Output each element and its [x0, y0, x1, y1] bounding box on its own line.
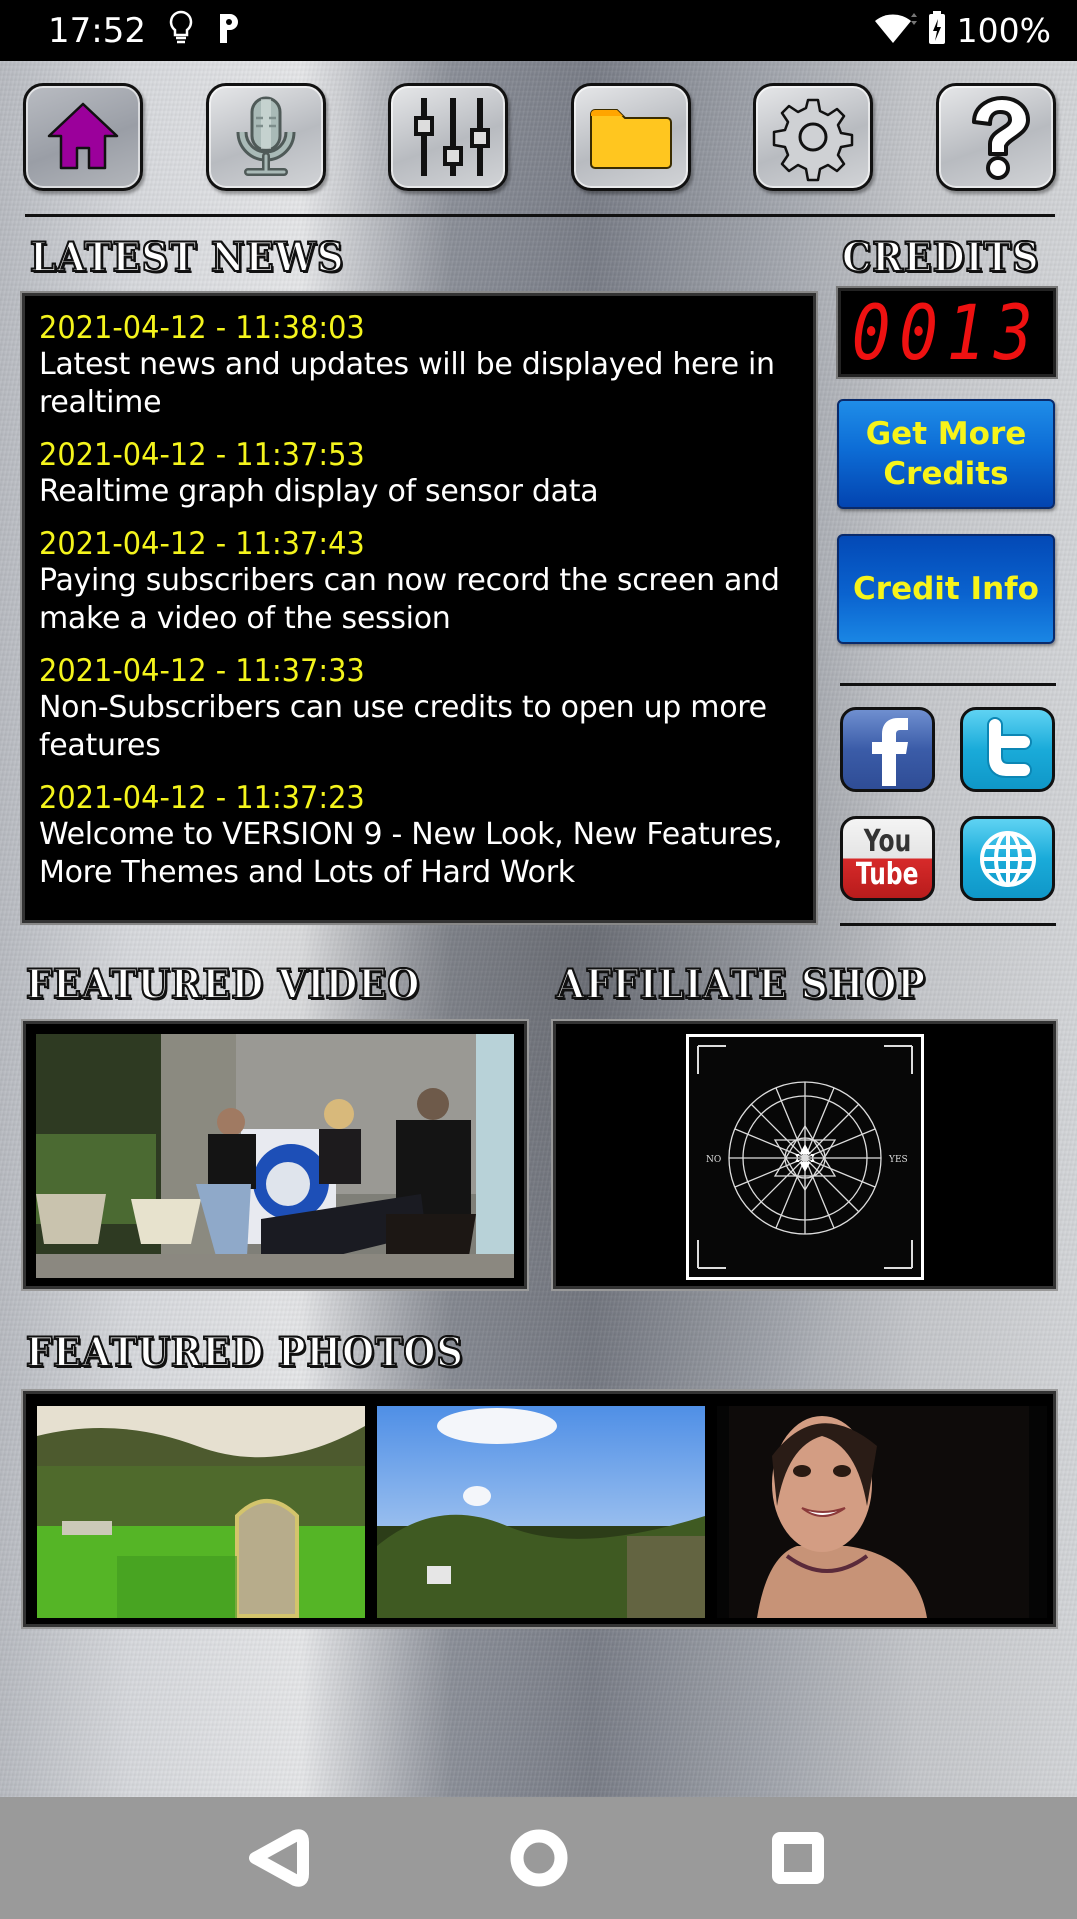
news-text: Paying subscribers can now record the sc…	[39, 563, 780, 636]
credits-value: 0013	[852, 288, 1042, 377]
parking-p-icon	[216, 11, 242, 50]
credits-counter: 0013	[836, 286, 1058, 379]
news-feed[interactable]: 2021-04-12 - 11:38:03 Latest news and upd…	[20, 291, 818, 925]
affiliate-shop-title: AFFILIATE SHOP	[555, 960, 926, 1009]
board-no-label: NO	[706, 1155, 721, 1165]
news-date: 2021-04-12 - 11:37:53	[39, 437, 365, 473]
news-item: 2021-04-12 - 11:38:03 Latest news and upd…	[39, 310, 801, 422]
featured-photos-box	[21, 1389, 1058, 1629]
credit-info-button[interactable]: Credit Info	[837, 534, 1055, 644]
gear-icon	[773, 98, 854, 182]
wifi-icon	[873, 11, 917, 50]
featured-photo-3[interactable]	[717, 1406, 1047, 1618]
news-date: 2021-04-12 - 11:37:23	[39, 780, 365, 816]
sliders-icon	[414, 98, 491, 176]
home-button[interactable]	[23, 83, 143, 191]
home-circle-icon	[510, 1829, 567, 1887]
website-button[interactable]	[960, 816, 1055, 901]
recents-square-icon	[771, 1832, 824, 1884]
latest-news-title: LATEST NEWS	[29, 233, 345, 282]
folder-icon	[589, 109, 672, 169]
battery-charging-icon	[927, 10, 947, 51]
twitter-button[interactable]	[960, 707, 1055, 792]
credits-title: CREDITS	[841, 233, 1040, 282]
news-text: Non-Subscribers can use credits to open …	[39, 690, 767, 763]
featured-video-box[interactable]	[21, 1019, 529, 1291]
affiliate-shop-thumbnail[interactable]: NO YES	[686, 1034, 924, 1280]
microphone-button[interactable]	[205, 83, 326, 191]
settings-button[interactable]	[753, 83, 874, 191]
news-text: Welcome to VERSION 9 - New Look, New Fea…	[39, 817, 783, 890]
news-item: 2021-04-12 - 11:37:43 Paying subscribers …	[39, 526, 801, 638]
youtube-you-text: You	[863, 823, 912, 859]
news-item: 2021-04-12 - 11:37:53 Realtime graph disp…	[39, 437, 801, 511]
sliders-button[interactable]	[388, 83, 509, 191]
question-icon	[971, 96, 1030, 180]
news-date: 2021-04-12 - 11:37:33	[39, 653, 365, 689]
featured-photos-title: FEATURED PHOTOS	[25, 1328, 464, 1377]
app-screen: LATEST NEWS 2021-04-12 - 11:38:03 Latest …	[0, 61, 1077, 1797]
status-bar: 17:52 100%	[0, 0, 1077, 61]
facebook-button[interactable]	[840, 707, 935, 792]
battery-percent: 100%	[956, 11, 1051, 50]
home-icon	[47, 102, 119, 170]
divider	[840, 683, 1056, 686]
youtube-tube-text: Tube	[856, 856, 919, 892]
home-nav-button[interactable]	[499, 1818, 579, 1898]
main-toolbar	[23, 83, 1056, 193]
news-text: Realtime graph display of sensor data	[39, 474, 599, 509]
spirit-board-image: NO YES	[689, 1037, 921, 1277]
news-item: 2021-04-12 - 11:37:23 Welcome to VERSION …	[39, 780, 801, 892]
youtube-button[interactable]: You Tube	[840, 816, 935, 901]
news-text: Latest news and updates will be displaye…	[39, 347, 775, 420]
system-nav-bar	[0, 1797, 1077, 1919]
help-button[interactable]	[935, 83, 1056, 191]
news-date: 2021-04-12 - 11:38:03	[39, 310, 365, 346]
affiliate-shop-box[interactable]: NO YES	[551, 1019, 1058, 1291]
back-button[interactable]	[240, 1818, 320, 1898]
lightbulb-icon	[168, 10, 194, 51]
folder-button[interactable]	[570, 83, 691, 191]
get-more-credits-button[interactable]: Get More Credits	[837, 399, 1055, 509]
news-list: 2021-04-12 - 11:38:03 Latest news and upd…	[39, 310, 801, 892]
recents-button[interactable]	[758, 1818, 838, 1898]
board-yes-label: YES	[888, 1155, 908, 1165]
featured-video-thumbnail[interactable]	[36, 1034, 514, 1278]
facebook-icon	[871, 717, 908, 786]
featured-photo-1[interactable]	[37, 1406, 365, 1618]
twitter-icon	[986, 716, 1032, 778]
back-icon	[248, 1829, 309, 1887]
featured-video-title: FEATURED VIDEO	[25, 960, 421, 1009]
featured-photo-2[interactable]	[377, 1406, 705, 1618]
microphone-icon	[236, 96, 296, 176]
globe-icon	[979, 830, 1036, 887]
news-date: 2021-04-12 - 11:37:43	[39, 526, 365, 562]
status-time: 17:52	[48, 10, 146, 51]
divider	[25, 214, 1055, 217]
divider	[840, 923, 1056, 926]
news-item: 2021-04-12 - 11:37:33 Non-Subscribers can…	[39, 653, 801, 765]
